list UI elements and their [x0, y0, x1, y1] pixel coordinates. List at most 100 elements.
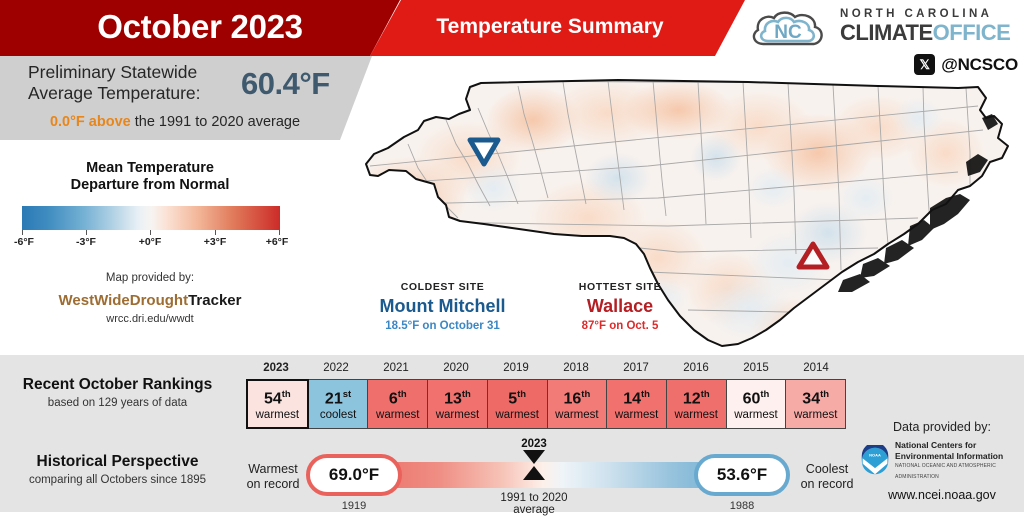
noaa-agency-line: NATIONAL OCEANIC AND ATMOSPHERIC ADMINIS… — [895, 463, 996, 480]
noaa-name-line2: Environmental Information — [895, 450, 1004, 461]
hottest-site-kicker: HOTTEST SITE — [578, 281, 662, 293]
map-legend: Mean Temperature Departure from Normal -… — [0, 160, 300, 325]
statewide-average-value: 60.4°F — [241, 66, 330, 101]
map-source-url[interactable]: wrcc.dri.edu/wwdt — [0, 313, 300, 325]
legend-colorbar — [22, 206, 280, 230]
ranking-box-2018: 16th warmest — [547, 379, 608, 429]
map-source-part2: Tracker — [188, 292, 242, 309]
marker-triangle-up-icon — [523, 466, 545, 480]
rankings-title: Recent October Rankings — [22, 376, 213, 393]
ranking-year-2020: 2020 — [443, 362, 469, 374]
ranking-value-2023: 54th — [263, 389, 291, 408]
ranking-value-2016: 12th — [682, 389, 710, 408]
ranking-word-2022: coolest — [319, 408, 357, 421]
nc-climate-office-logo: NC NORTH CAROLINA CLIMATEOFFICE — [748, 6, 1018, 52]
legend-title: Mean Temperature Departure from Normal — [0, 160, 300, 194]
coolest-label-line1: Coolest — [805, 462, 849, 476]
ranking-word-2020: warmest — [435, 408, 480, 421]
ranking-word-2015: warmest — [734, 408, 778, 421]
ranking-value-2019: 5th — [508, 389, 527, 408]
noaa-logo-row: NOAA National Centers for Environmental … — [860, 440, 1024, 482]
hottest-site-detail: 87°F on Oct. 5 — [581, 320, 659, 332]
header-subtitle: Temperature Summary — [436, 15, 664, 38]
warmest-label-line2: on record — [246, 477, 300, 491]
normal-average-label: 1991 to 2020 average — [500, 492, 568, 516]
coolest-record-year: 1988 — [729, 500, 755, 512]
legend-title-line1: Mean Temperature — [86, 160, 214, 176]
ranking-value-2021: 6th — [388, 389, 407, 408]
coolest-label-line2: on record — [800, 477, 854, 491]
hottest-site-callout: HOTTEST SITE Wallace 87°F on Oct. 5 — [500, 281, 740, 332]
legend-title-line2: Departure from Normal — [70, 177, 230, 193]
ranking-box-2016: 12th warmest — [666, 379, 727, 429]
ranking-value-2018: 16th — [563, 389, 591, 408]
ranking-year-2023: 2023 — [263, 362, 289, 374]
warmest-on-record-label: Warmest on record — [240, 462, 306, 492]
historical-title: Historical Perspective — [36, 453, 199, 470]
ranking-word-2021: warmest — [376, 408, 420, 421]
ranking-year-2022: 2022 — [323, 362, 349, 374]
ranking-value-2015: 60th — [742, 389, 770, 408]
map-provided-by-label: Map provided by: — [105, 272, 195, 284]
ranking-word-2017: warmest — [614, 408, 659, 421]
noaa-name-line1: National Centers for — [895, 440, 977, 450]
departure-amount: 0.0°F above — [49, 114, 131, 130]
historical-subtitle: comparing all Octobers since 1895 — [28, 474, 207, 486]
noaa-attribution: Data provided by: NOAA National Centers … — [860, 420, 1024, 502]
noaa-url[interactable]: www.ncei.noaa.gov — [860, 488, 1024, 502]
ranking-year-2018: 2018 — [563, 362, 589, 374]
map-source-part1: WestWideDrought — [58, 292, 189, 309]
logo-office-word: OFFICE — [932, 20, 1011, 45]
noaa-name-block: National Centers for Environmental Infor… — [895, 440, 1024, 482]
ranking-year-2017: 2017 — [623, 362, 649, 374]
ranking-box-2021: 6th warmest — [368, 379, 429, 429]
legend-tick-2: +0°F — [138, 236, 162, 248]
historical-perspective-scale: Warmest on record 69.0°F 1919 53.6°F 198… — [246, 438, 854, 516]
ranking-box-2019: 5th warmest — [487, 379, 548, 429]
warmest-record-value: 69.0°F — [306, 454, 402, 496]
ranking-word-2014: warmest — [793, 408, 838, 421]
ranking-box-2023: 54th warmest — [246, 379, 309, 429]
legend-tick-1: -3°F — [76, 236, 96, 248]
departure-period: the 1991 to 2020 average — [130, 114, 301, 130]
svg-text:NC: NC — [774, 22, 802, 43]
warmest-record-year: 1919 — [341, 500, 367, 512]
rankings-subtitle: based on 129 years of data — [47, 397, 188, 409]
legend-tick-4: +6°F — [265, 236, 289, 248]
ranking-value-2014: 34th — [802, 389, 830, 408]
infographic-root: October 2023 Temperature Summary NC NORT… — [0, 0, 1024, 516]
ranking-year-2015: 2015 — [743, 362, 769, 374]
ranking-word-2023: warmest — [255, 408, 300, 421]
noaa-heading: Data provided by: — [893, 420, 991, 434]
ranking-value-2022: 21st — [324, 389, 352, 408]
coolest-record-value: 53.6°F — [694, 454, 790, 496]
current-year-marker: 2023 — [504, 438, 564, 480]
ranking-box-2014: 34th warmest — [786, 379, 847, 429]
ranking-word-2016: warmest — [674, 408, 718, 421]
page-title: October 2023 — [97, 8, 303, 45]
map-source-name: WestWideDroughtTracker — [0, 292, 300, 309]
departure-from-normal-text: 0.0°F above the 1991 to 2020 average — [10, 114, 340, 130]
statewide-average-label-line1: Preliminary Statewide — [28, 62, 198, 82]
hottest-site-name: Wallace — [586, 296, 654, 316]
ranking-box-2022: 21st coolest — [308, 379, 369, 429]
logo-wordmark: NORTH CAROLINA CLIMATEOFFICE — [840, 8, 1011, 45]
svg-text:NOAA: NOAA — [869, 453, 881, 458]
ranking-year-2021: 2021 — [383, 362, 409, 374]
marker-triangle-down-icon — [523, 450, 545, 464]
ranking-box-2020: 13th warmest — [428, 379, 488, 429]
logo-climate-office: CLIMATEOFFICE — [840, 20, 1011, 45]
legend-tick-3: +3°F — [203, 236, 227, 248]
ranking-word-2019: warmest — [495, 408, 539, 421]
ranking-word-2018: warmest — [555, 408, 599, 421]
warmest-label-line1: Warmest — [248, 462, 298, 476]
rankings-boxes: 54th warmest 21st coolest 6th warmest 13th warm… — [246, 379, 847, 429]
ranking-year-2019: 2019 — [503, 362, 529, 374]
ranking-year-2016: 2016 — [683, 362, 709, 374]
noaa-seal-icon: NOAA — [861, 445, 889, 475]
legend-tick-0: -6°F — [14, 236, 34, 248]
ranking-box-2015: 60th warmest — [726, 379, 787, 429]
ranking-value-2020: 13th — [444, 389, 471, 408]
logo-climate-word: CLIMATE — [840, 20, 933, 45]
coolest-on-record-label: Coolest on record — [794, 462, 860, 492]
